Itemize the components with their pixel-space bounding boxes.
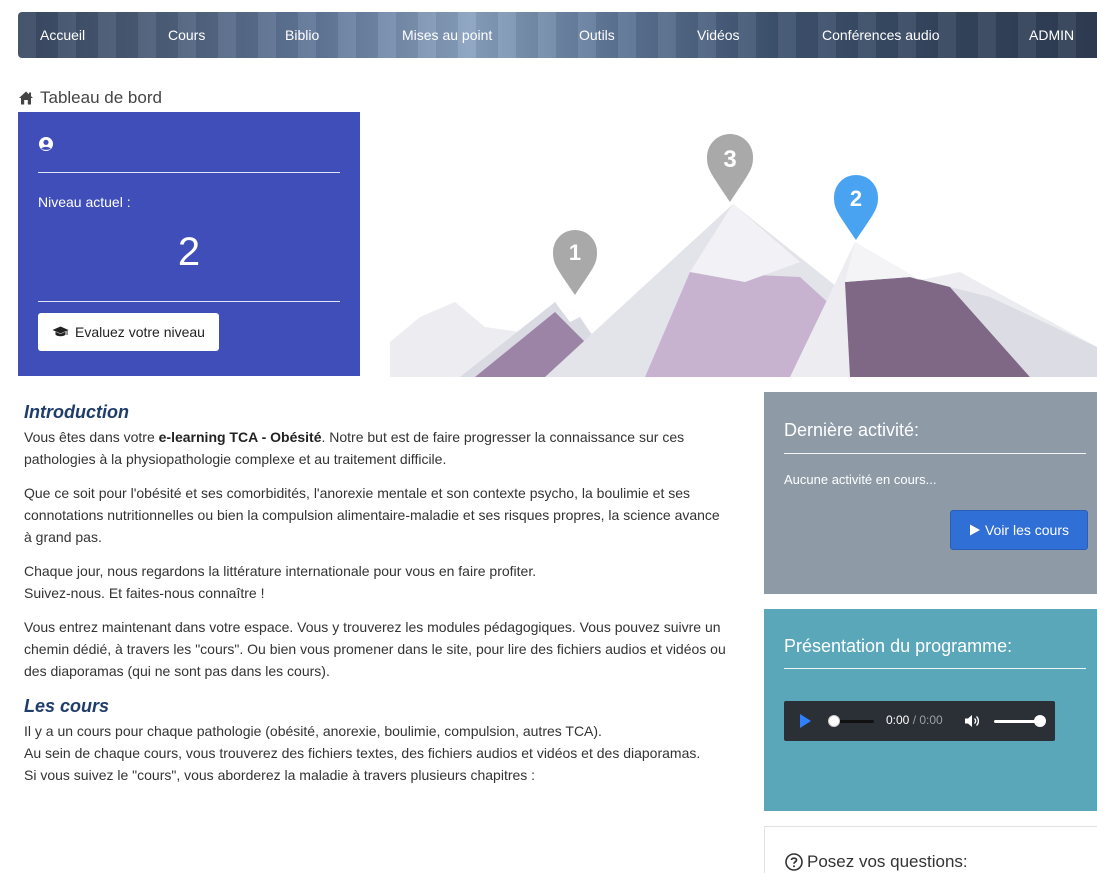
cours-text: Si vous suivez le "cours", vous abordere… (24, 767, 536, 783)
nav-item-conferences-audio[interactable]: Conférences audio (822, 12, 940, 58)
questions-title-row: Posez vos questions: (785, 852, 968, 872)
level-card: Niveau actuel : 2 Evaluez votre niveau (18, 112, 360, 376)
questions-card: Posez vos questions: (764, 826, 1097, 873)
cours-heading: Les cours (24, 696, 110, 716)
intro-paragraph-2: Que ce soit pour l'obésité et ses comorb… (24, 485, 720, 545)
play-icon[interactable] (800, 714, 811, 728)
intro-text: Suivez-nous. Et faites-nous connaître ! (24, 585, 265, 601)
audio-time-separator: / (909, 713, 920, 727)
nav-item-accueil[interactable]: Accueil (40, 12, 85, 58)
last-activity-text: Aucune activité en cours... (784, 472, 937, 487)
last-activity-title: Dernière activité: (784, 420, 920, 440)
marker-3-label: 3 (723, 146, 736, 173)
questions-title: Posez vos questions: (807, 852, 968, 871)
nav-item-cours[interactable]: Cours (168, 12, 205, 58)
divider (784, 453, 1086, 454)
audio-player: 0:00 / 0:00 (784, 701, 1055, 741)
level-label: Niveau actuel : (38, 194, 131, 210)
last-activity-card: Dernière activité: Aucune activité en co… (764, 392, 1097, 594)
intro-paragraph-1: Vous êtes dans votre e-learning TCA - Ob… (24, 426, 729, 470)
intro-bold-text: e-learning TCA - Obésité (158, 429, 322, 445)
introduction-heading: Introduction (24, 402, 129, 422)
page-title: Tableau de bord (40, 88, 162, 107)
nav-item-mises-au-point[interactable]: Mises au point (402, 12, 492, 58)
view-courses-label: Voir les cours (984, 522, 1070, 538)
evaluate-level-button[interactable]: Evaluez votre niveau (38, 313, 219, 351)
divider (784, 668, 1086, 669)
intro-text: Vous êtes dans votre (24, 429, 159, 445)
user-circle-icon (39, 137, 53, 151)
intro-paragraph-3: Chaque jour, nous regardons la littératu… (24, 560, 729, 604)
nav-item-admin[interactable]: ADMIN (1029, 12, 1074, 58)
nav-item-biblio[interactable]: Biblio (285, 12, 319, 58)
volume-icon[interactable] (964, 714, 980, 728)
home-icon (19, 91, 33, 105)
cours-text: Il y a un cours pour chaque pathologie (… (24, 723, 602, 739)
graduation-cap-icon (52, 326, 69, 337)
audio-seek-slider[interactable] (828, 715, 874, 727)
level-marker-2-active: 2 (834, 175, 878, 240)
marker-2-label: 2 (850, 186, 862, 211)
audio-current-time: 0:00 (886, 713, 910, 727)
view-courses-button[interactable]: Voir les cours (950, 510, 1088, 550)
audio-time-display: 0:00 / 0:00 (886, 713, 943, 727)
intro-paragraph-4: Vous entrez maintenant dans votre espace… (24, 619, 726, 679)
audio-total-time: 0:00 (919, 713, 943, 727)
evaluate-level-label: Evaluez votre niveau (75, 324, 205, 340)
cours-text: Au sein de chaque cours, vous trouverez … (24, 745, 701, 761)
current-level-value: 2 (177, 230, 201, 274)
cours-paragraph: Il y a un cours pour chaque pathologie (… (24, 720, 729, 786)
divider (38, 301, 340, 302)
breadcrumb: Tableau de bord (18, 88, 162, 108)
marker-1-label: 1 (569, 240, 581, 265)
main-content: Introduction Vous êtes dans votre e-lear… (24, 400, 729, 786)
level-marker-3: 3 (707, 134, 753, 202)
nav-item-outils[interactable]: Outils (579, 12, 615, 58)
nav-item-videos[interactable]: Vidéos (697, 12, 740, 58)
mountain-shape (845, 242, 920, 282)
question-circle-icon (785, 853, 803, 871)
intro-text: Chaque jour, nous regardons la littératu… (24, 563, 537, 579)
level-mountains-illustration: 1 3 2 (390, 134, 1097, 377)
play-icon (969, 524, 980, 536)
top-navigation-bar: Accueil Cours Biblio Mises au point Outi… (18, 12, 1097, 58)
program-title: Présentation du programme: (784, 636, 1013, 656)
volume-slider[interactable] (994, 715, 1046, 727)
level-marker-1: 1 (553, 230, 597, 295)
program-presentation-card: Présentation du programme: 0:00 / 0:00 (764, 609, 1097, 811)
divider (38, 172, 340, 173)
